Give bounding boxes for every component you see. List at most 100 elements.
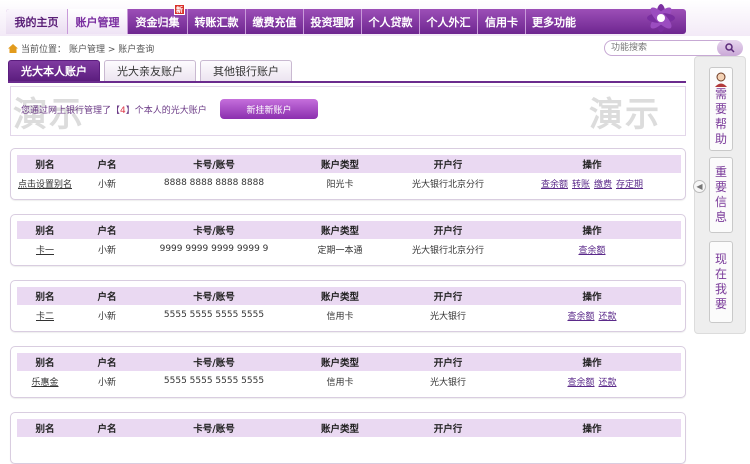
nav-credit-card[interactable]: 信用卡 [478,9,526,34]
account-tabs: 光大本人账户 光大亲友账户 其他银行账户 [8,60,292,81]
search-button[interactable] [717,40,743,56]
account-alias-link[interactable]: 乐惠金 [31,378,58,388]
breadcrumb-path: 账户管理 > 账户查询 [69,45,155,55]
account-name: 小新 [97,311,116,322]
search-icon [725,43,735,53]
column-header: 卡号/账号 [193,160,235,171]
table-header: 别名 户名 卡号/账号 账户类型 开户行 操作 [17,287,681,305]
nav-account-management[interactable]: 账户管理 [68,9,128,34]
tab-underline [8,81,686,83]
account-alias-link[interactable]: 卡一 [36,246,54,256]
column-header: 操作 [582,292,602,303]
operation-link[interactable]: 还款 [599,378,617,388]
tab-family-accounts[interactable]: 光大亲友账户 [104,60,196,81]
table-header: 别名 户名 卡号/账号 账户类型 开户行 操作 [17,419,681,437]
nav-forex[interactable]: 个人外汇 [420,9,478,34]
column-header: 户名 [97,160,117,171]
important-info-button[interactable]: 重 要 信 息 [709,157,733,233]
table-row: 乐惠金 小新 5555 5555 5555 5555 信用卡 光大银行 查余额 还款 [17,372,681,390]
need-help-button[interactable]: 需 要 帮 助 [709,67,733,151]
account-count-text: 您通过网上银行管理了【4】个本人的光大账户 [21,103,207,116]
important-info-char: 信 [714,195,727,209]
column-header: 户名 [97,424,117,435]
add-account-button[interactable]: 新挂新账户 [220,99,318,119]
account-card: 别名 户名 卡号/账号 账户类型 开户行 操作 乐惠金 小新 5555 5555 5555 55… [10,346,686,398]
operation-link[interactable]: 查余额 [578,246,605,256]
column-header: 开户行 [433,160,463,171]
tab-own-accounts[interactable]: 光大本人账户 [8,60,100,81]
column-header: 别名 [35,424,55,435]
account-bank: 光大银行北京分行 [411,179,484,190]
nav-payment[interactable]: 缴费充值 [246,9,304,34]
bank-logo-icon [647,4,675,32]
column-header: 操作 [582,226,602,237]
column-header: 操作 [582,424,602,435]
operation-link[interactable]: 转账 [572,180,590,190]
operation-link[interactable]: 查余额 [567,312,594,322]
account-alias-link[interactable]: 点击设置别名 [18,180,72,190]
operations-cell: 查余额 还款 [503,375,681,388]
important-info-char: 重 [714,165,727,179]
i-want-now-button[interactable]: 现 在 我 要 [709,241,733,323]
account-name: 小新 [97,377,116,388]
account-bank: 光大银行北京分行 [411,245,484,256]
column-header: 卡号/账号 [193,424,235,435]
collapse-sidebar-button[interactable]: ◀ [693,180,706,193]
column-header: 户名 [97,226,117,237]
home-icon [8,44,18,53]
need-help-char: 帮 [714,117,727,131]
main-menu: 我的主页 账户管理 资金归集 新 转账汇款 缴费充值 投资理财 个人贷款 个人外… [6,4,686,34]
column-header: 别名 [35,358,55,369]
column-header: 卡号/账号 [193,292,235,303]
nav-transfer[interactable]: 转账汇款 [188,9,246,34]
nav-personal-loan[interactable]: 个人贷款 [362,9,420,34]
column-header: 开户行 [433,358,463,369]
account-number: 8888 8888 8888 8888 [163,178,265,188]
account-number: 9999 9999 9999 9999 9 [159,244,269,254]
chevron-left-icon: ◀ [696,182,703,191]
demo-watermark-right: 演示 [589,95,661,135]
function-search [604,40,743,56]
column-header: 别名 [35,292,55,303]
nav-more[interactable]: 更多功能 [526,9,582,34]
account-type: 定期一本通 [317,245,363,256]
operation-link[interactable]: 还款 [599,312,617,322]
table-header: 别名 户名 卡号/账号 账户类型 开户行 操作 [17,155,681,173]
operation-link[interactable]: 存定期 [616,180,643,190]
help-sidebar: 需 要 帮 助 重 要 信 息 现 在 我 要 [694,56,746,334]
column-header: 操作 [582,358,602,369]
table-header: 别名 户名 卡号/账号 账户类型 开户行 操作 [17,353,681,371]
account-card: 别名 户名 卡号/账号 账户类型 开户行 操作 卡二 小新 5555 5555 5555 555… [10,280,686,332]
alias-cell: 卡二 [17,309,73,322]
nav-investment[interactable]: 投资理财 [304,9,362,34]
column-header: 账户类型 [320,226,359,237]
important-info-char: 要 [714,180,727,194]
column-header: 开户行 [433,226,463,237]
i-want-now-char: 现 [714,252,727,266]
tab-other-bank-accounts[interactable]: 其他银行账户 [200,60,292,81]
account-type: 信用卡 [326,377,354,388]
account-card: 别名 户名 卡号/账号 账户类型 开户行 操作 点击设置别名 小新 8888 8888 8888… [10,148,686,200]
operation-link[interactable]: 查余额 [541,180,568,190]
column-header: 账户类型 [320,160,359,171]
operation-link[interactable]: 查余额 [567,378,594,388]
account-bank: 光大银行 [429,377,466,388]
table-row: 卡一 小新 9999 9999 9999 9999 9 定期一本通 光大银行北京分行 查余… [17,240,681,258]
column-header: 账户类型 [320,424,359,435]
operations-cell: 查余额 转账 缴费 存定期 [503,177,681,190]
breadcrumb-prefix: 当前位置： [21,45,67,55]
need-help-char: 需 [714,87,727,101]
nav-fund-collection[interactable]: 资金归集 新 [128,4,188,34]
nav-home[interactable]: 我的主页 [6,9,68,34]
account-alias-link[interactable]: 卡二 [36,312,54,322]
column-header: 别名 [35,160,55,171]
account-count-prefix: 您通过网上银行管理了【 [21,106,121,116]
alias-cell: 乐惠金 [17,375,73,388]
account-type: 信用卡 [326,311,354,322]
operation-link[interactable]: 缴费 [594,180,612,190]
search-input[interactable] [605,41,715,55]
account-type: 阳光卡 [326,179,354,190]
table-row: 卡二 小新 5555 5555 5555 5555 信用卡 光大银行 查余额 还款 [17,306,681,324]
operations-cell: 查余额 还款 [503,309,681,322]
column-header: 开户行 [433,292,463,303]
